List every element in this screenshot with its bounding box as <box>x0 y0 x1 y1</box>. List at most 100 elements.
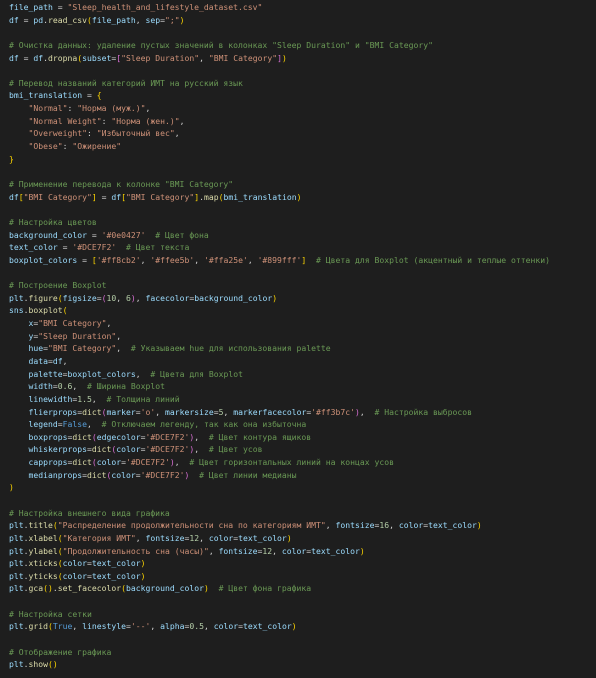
code-token: df <box>9 14 19 25</box>
code-token: , <box>135 292 146 303</box>
code-token: df <box>9 52 19 63</box>
code-token: legend <box>28 419 58 430</box>
code-token: sns <box>9 305 24 316</box>
code-token: , <box>62 355 68 366</box>
code-token: = <box>52 2 68 12</box>
code-token: figure <box>28 292 58 303</box>
code-token: # Цвет текста <box>125 242 190 253</box>
code-token: linewidth <box>28 393 73 404</box>
code-token: data <box>28 355 49 366</box>
code-token: '#DCE7F2' <box>125 457 170 468</box>
code-token: , <box>72 621 83 632</box>
code-token: color <box>281 545 307 556</box>
code-token: , <box>223 406 234 417</box>
code-token: '#0e0427' <box>101 229 146 240</box>
code-token: # Настройка внешнего вида графика <box>9 507 170 518</box>
code-token: plt <box>9 583 24 594</box>
code-token: figsize <box>62 292 97 303</box>
code-token: , <box>208 545 219 556</box>
code-token: # Отключаем легенду, так как она избыточ… <box>101 419 307 430</box>
code-area[interactable]: file_path = "Sleep_health_and_lifestyle_… <box>9 1 594 671</box>
code-line: x="BMI Category", <box>9 317 594 330</box>
code-token: ) <box>476 520 482 531</box>
code-token: { <box>96 90 102 101</box>
code-token: } <box>9 153 14 164</box>
code-token: text_color <box>242 621 292 632</box>
code-token: '#ff8cb2' <box>96 254 141 265</box>
code-token: color <box>208 532 234 543</box>
code-token: gca <box>28 583 44 594</box>
code-token: True <box>52 621 73 632</box>
code-token: linestyle <box>82 621 126 632</box>
code-line: # Перевод названий категорий ИМТ на русс… <box>9 77 594 90</box>
code-line: y="Sleep Duration", <box>9 330 594 343</box>
code-token: , <box>116 292 126 303</box>
code-token: "Sleep Duration" <box>121 52 200 63</box>
code-token: '--' <box>130 621 151 632</box>
code-token: 16 <box>379 520 390 531</box>
code-line: bmi_translation = { <box>9 89 594 102</box>
code-token: 10 <box>106 292 117 303</box>
code-token: xlabel <box>28 532 58 543</box>
code-token: 12 <box>262 545 273 556</box>
code-token: "BMI Category" <box>125 191 195 202</box>
code-line: "Overweight": "Избыточный вес", <box>9 127 594 140</box>
code-line: df = df.dropna(subset=["Sleep Duration",… <box>9 52 594 65</box>
code-line: plt.title("Распределение продолжительнос… <box>9 519 594 532</box>
code-token: , <box>174 128 180 139</box>
code-token: dict <box>72 457 92 468</box>
code-token: plt <box>9 659 24 670</box>
code-token: df <box>33 52 44 63</box>
code-token: df <box>52 355 63 366</box>
code-token: : <box>86 128 97 139</box>
code-editor[interactable]: file_path = "Sleep_health_and_lifestyle_… <box>0 0 596 678</box>
code-token: text_color <box>428 520 477 531</box>
code-token: map <box>203 191 219 202</box>
code-token: color <box>111 469 136 480</box>
code-token: df <box>9 191 19 202</box>
code-token: "Sleep Duration" <box>38 330 117 341</box>
code-token: # Настройка выбросов <box>374 406 473 417</box>
code-token: , <box>247 254 258 265</box>
code-token: 12 <box>189 532 200 543</box>
code-line: plt.ylabel("Продолжительность сна (часы)… <box>9 545 594 558</box>
code-token: "Normal" <box>28 103 68 114</box>
code-token: , <box>150 621 161 632</box>
code-token: = <box>82 90 97 101</box>
code-token: width <box>28 381 53 392</box>
code-token: , <box>116 330 122 341</box>
code-line: file_path = "Sleep_health_and_lifestyle_… <box>9 1 594 14</box>
code-token: ) <box>140 558 146 569</box>
code-token: yticks <box>28 570 58 581</box>
code-token: fontsize <box>145 532 185 543</box>
code-token: xticks <box>28 558 58 569</box>
code-token: facecolor <box>145 292 190 303</box>
code-line: plt.figure(figsize=(10, 6), facecolor=ba… <box>9 292 594 305</box>
code-token: text_color <box>91 558 141 569</box>
code-token: "Normal Weight" <box>28 115 102 126</box>
code-token: ) <box>9 482 14 493</box>
code-token: "Ожирение" <box>72 141 122 152</box>
code-line: whiskerprops=dict(color='#DCE7F2'), # Цв… <box>9 443 594 456</box>
code-line: plt.xticks(color=text_color) <box>9 557 594 570</box>
code-token: boxplot_colors <box>67 368 136 379</box>
code-token: , <box>155 406 165 417</box>
code-token: 0.6 <box>57 381 73 392</box>
code-token: markersize <box>164 406 214 417</box>
code-token: ylabel <box>28 545 58 556</box>
code-token: # Цвет фона <box>155 229 209 240</box>
code-line: df["BMI Category"] = df["BMI Category"].… <box>9 191 594 204</box>
code-token: # Перевод названий категорий ИМТ на русс… <box>9 77 243 88</box>
code-line: plt.xlabel("Категория ИМТ", fontsize=12,… <box>9 532 594 545</box>
code-token: 1.5 <box>77 393 92 404</box>
code-token: = <box>18 14 34 25</box>
code-token: # Построение Boxplot <box>9 280 107 291</box>
code-token: capprops <box>28 457 68 468</box>
